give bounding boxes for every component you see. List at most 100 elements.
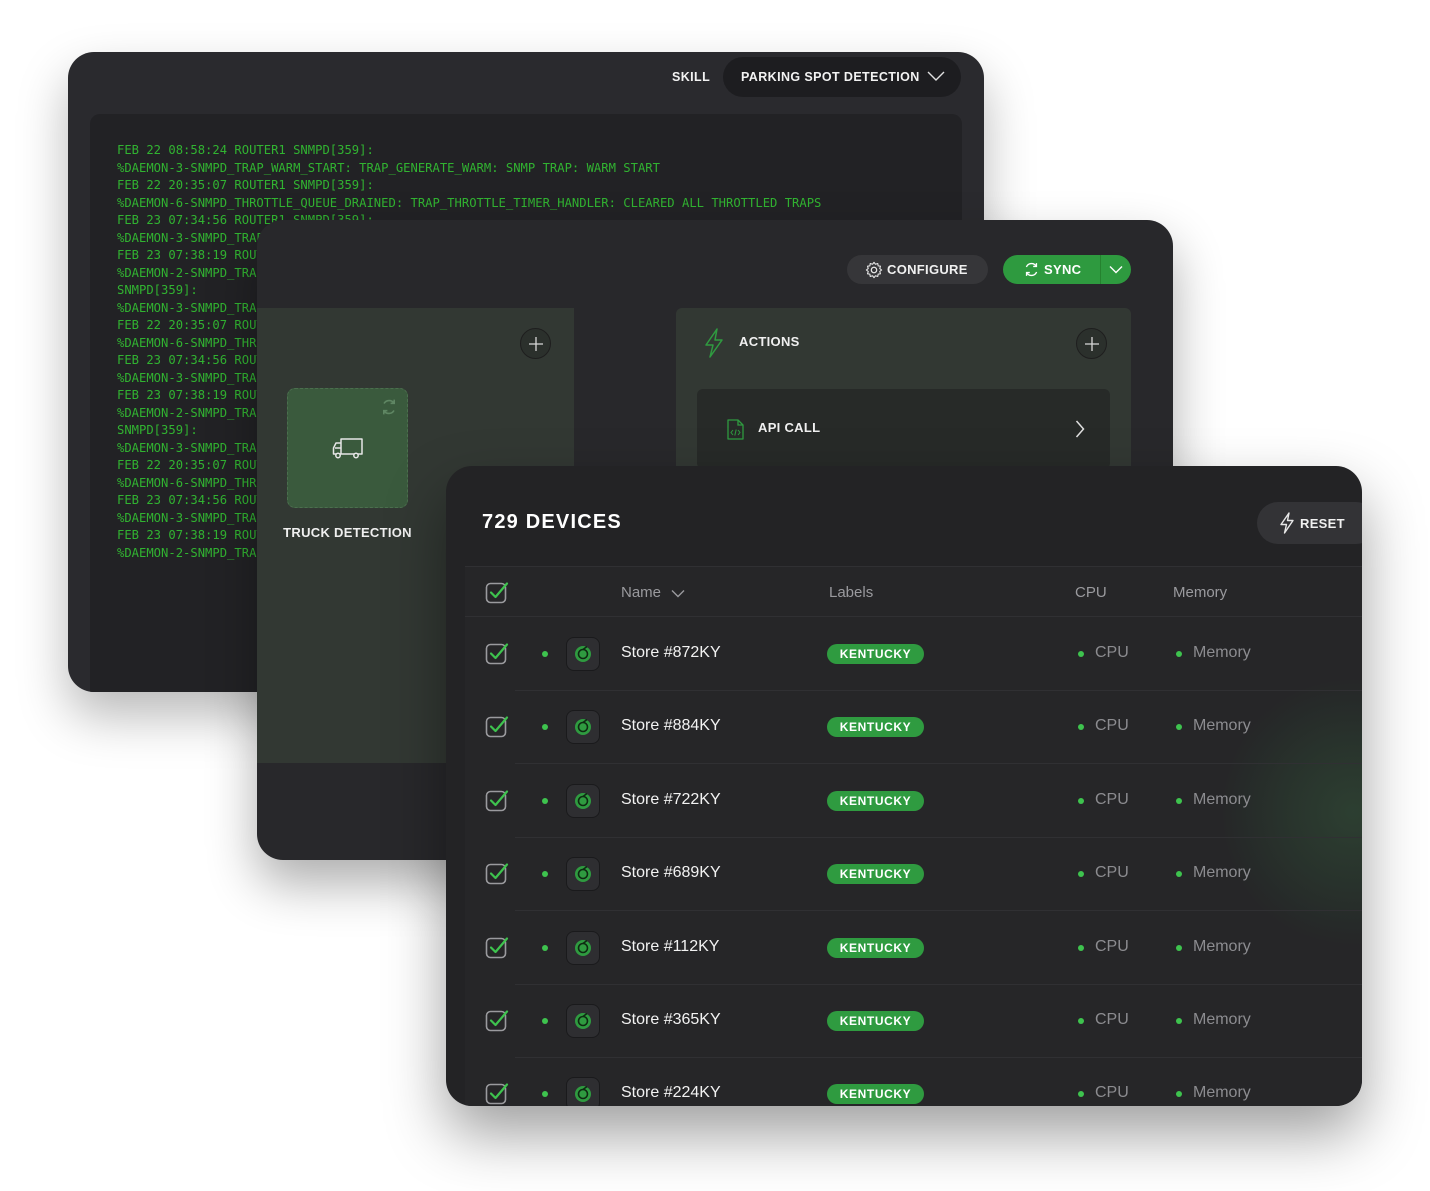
- device-name[interactable]: Store #884KY: [621, 717, 721, 735]
- label-badge: KENTUCKY: [827, 1011, 924, 1031]
- sync-label: SYNC: [1044, 262, 1082, 277]
- memory-value: Memory: [1193, 644, 1251, 661]
- device-name[interactable]: Store #872KY: [621, 644, 721, 662]
- cpu-value: CPU: [1095, 790, 1129, 808]
- device-icon: [566, 1004, 600, 1038]
- device-logo-icon: [575, 645, 591, 662]
- label-badge: KENTUCKY: [827, 937, 924, 958]
- column-header-name[interactable]: Name: [621, 584, 685, 601]
- device-name[interactable]: Store #365KY: [621, 1011, 721, 1029]
- column-header-cpu: CPU: [1075, 584, 1107, 601]
- cpu-status-dot: [1078, 1091, 1084, 1098]
- cpu-value: CPU: [1095, 717, 1129, 735]
- gear-icon: [865, 261, 883, 278]
- table-row[interactable]: Store #884KY KENTUCKY CPU Memory: [465, 691, 1362, 765]
- memory-status-dot: [1176, 871, 1182, 878]
- memory-status-dot: [1176, 651, 1182, 657]
- api-call-action[interactable]: API CALL: [697, 389, 1110, 469]
- device-icon: [566, 857, 600, 892]
- cpu-value: CPU: [1095, 937, 1129, 955]
- device-logo-icon: [575, 866, 591, 883]
- log-line: FEB 22 08:58:24 ROUTER1 SNMPD[359]:: [117, 143, 374, 157]
- row-checkbox[interactable]: [485, 788, 509, 812]
- device-name[interactable]: Store #689KY: [621, 864, 721, 882]
- online-status-dot: [542, 1091, 548, 1098]
- memory-value: Memory: [1193, 790, 1251, 808]
- device-icon: [566, 783, 600, 818]
- api-call-label: API CALL: [758, 420, 821, 435]
- cpu-status-dot: [1078, 1018, 1084, 1024]
- lightning-icon: [705, 328, 723, 358]
- cpu-status-dot: [1078, 724, 1084, 731]
- row-checkbox[interactable]: [485, 1081, 509, 1105]
- device-logo-icon: [575, 792, 591, 809]
- table-row[interactable]: Store #224KY KENTUCKY CPU Memory: [465, 1058, 1362, 1106]
- row-checkbox[interactable]: [485, 714, 509, 738]
- add-action-button[interactable]: [1076, 328, 1107, 359]
- device-icon: [566, 710, 600, 745]
- cpu-status-dot: [1078, 797, 1084, 804]
- add-trigger-button[interactable]: [520, 328, 551, 359]
- memory-value: Memory: [1193, 937, 1251, 955]
- chevron-down-icon: [1109, 266, 1123, 274]
- configure-button[interactable]: CONFIGURE: [847, 255, 988, 284]
- truck-detection-tile[interactable]: [287, 388, 408, 508]
- label-badge: KENTUCKY: [827, 717, 924, 738]
- device-name[interactable]: Store #112KY: [621, 938, 719, 956]
- device-name[interactable]: Store #722KY: [621, 791, 721, 809]
- cpu-value: CPU: [1095, 1011, 1129, 1028]
- cpu-value: CPU: [1095, 644, 1129, 661]
- table-row[interactable]: Store #689KY KENTUCKY CPU Memory: [465, 838, 1362, 912]
- refresh-icon: [383, 399, 395, 415]
- skill-label: SKILL: [672, 70, 711, 84]
- reset-button[interactable]: RESET: [1257, 502, 1362, 544]
- memory-status-dot: [1176, 797, 1182, 804]
- row-checkbox[interactable]: [485, 641, 509, 665]
- log-line: FEB 22 20:35:07 ROUTER1 SNMPD[359]:: [117, 178, 374, 192]
- online-status-dot: [542, 651, 548, 657]
- configure-label: CONFIGURE: [887, 262, 968, 277]
- actions-title: ACTIONS: [739, 334, 800, 349]
- cpu-status-dot: [1078, 944, 1084, 951]
- table-row[interactable]: Store #365KY KENTUCKY CPU Memory: [465, 985, 1362, 1058]
- cpu-value: CPU: [1095, 1084, 1129, 1102]
- column-header-labels: Labels: [829, 584, 874, 601]
- sync-button[interactable]: SYNC: [1003, 255, 1131, 284]
- log-header: SKILL PARKING SPOT DETECTION: [68, 52, 984, 114]
- label-badge: KENTUCKY: [827, 1084, 924, 1105]
- row-checkbox[interactable]: [485, 935, 509, 959]
- device-logo-icon: [575, 939, 591, 956]
- truck-icon: [332, 438, 363, 459]
- row-checkbox[interactable]: [485, 1008, 509, 1032]
- table-row[interactable]: Store #112KY KENTUCKY CPU Memory: [465, 912, 1362, 985]
- memory-value: Memory: [1193, 864, 1251, 882]
- cpu-status-dot: [1078, 871, 1084, 878]
- device-icon: [566, 637, 600, 671]
- online-status-dot: [542, 797, 548, 804]
- device-logo-icon: [575, 1086, 591, 1103]
- chevron-right-icon: [1075, 420, 1085, 438]
- table-row[interactable]: Store #872KY KENTUCKY CPU Memory: [465, 618, 1362, 691]
- cpu-status-dot: [1078, 651, 1084, 657]
- column-name-label: Name: [621, 584, 662, 601]
- label-badge: KENTUCKY: [827, 644, 924, 664]
- online-status-dot: [542, 944, 548, 951]
- row-checkbox[interactable]: [485, 861, 509, 885]
- devices-table: Name Labels CPU Memory Store #872KY KENTU…: [465, 566, 1362, 1106]
- column-header-memory: Memory: [1173, 584, 1228, 601]
- truck-detection-label: TRUCK DETECTION: [283, 525, 412, 540]
- chevron-down-icon: [671, 589, 685, 598]
- devices-panel: 729 DEVICES RESET Name Labels CPU Memory…: [446, 466, 1362, 1106]
- table-header: Name Labels CPU Memory: [465, 567, 1362, 617]
- skill-select[interactable]: PARKING SPOT DETECTION: [723, 57, 961, 97]
- label-badge: KENTUCKY: [827, 790, 924, 811]
- memory-value: Memory: [1193, 1084, 1251, 1102]
- select-all-checkbox[interactable]: [485, 580, 509, 604]
- device-logo-icon: [575, 1012, 591, 1029]
- code-file-icon: [727, 419, 744, 440]
- table-row[interactable]: Store #722KY KENTUCKY CPU Memory: [465, 765, 1362, 838]
- device-name[interactable]: Store #224KY: [621, 1084, 721, 1102]
- label-badge: KENTUCKY: [827, 864, 924, 885]
- lightning-icon: [1280, 512, 1294, 534]
- sync-dropdown-toggle[interactable]: [1100, 255, 1131, 284]
